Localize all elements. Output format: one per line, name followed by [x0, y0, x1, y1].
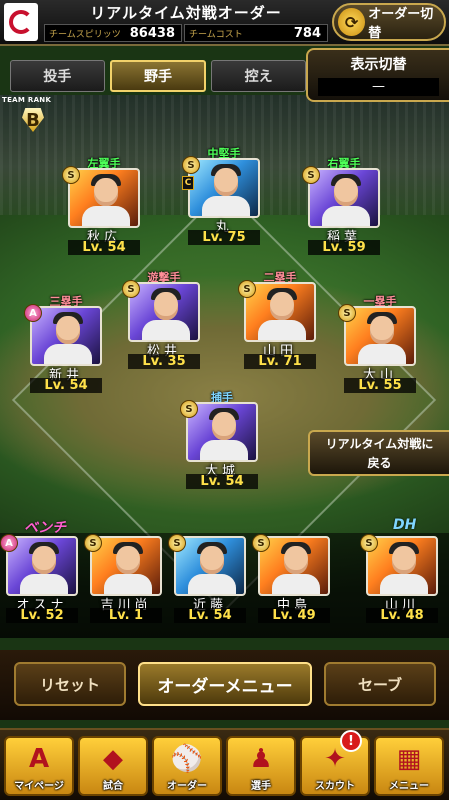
- order-menu-button[interactable]: オーダーメニュー: [138, 662, 312, 706]
- nav-item-players[interactable]: ♟ 選手: [226, 736, 296, 796]
- team-cost-stat: チームコスト 784: [184, 24, 328, 42]
- team-spirits-value: 86438: [129, 25, 175, 41]
- tab-fielder[interactable]: 野手: [109, 60, 207, 92]
- player-icon: ♟: [249, 744, 273, 774]
- nav-label: マイページ: [14, 781, 64, 792]
- player-card-third-base[interactable]: 三塁手 A 新井 Lv. 54: [24, 295, 106, 393]
- header-bar: リアルタイム対戦オーダー チームスピリッツ 86438 チームコスト 784 ⟳…: [0, 0, 449, 46]
- player-level: Lv. 49: [258, 608, 330, 623]
- realtime-back-line1: リアルタイム対戦に: [325, 437, 434, 451]
- nav-item-order[interactable]: ⚾ オーダー: [152, 736, 222, 796]
- rarity-badge-icon: S: [360, 534, 378, 552]
- rarity-badge-icon: S: [122, 280, 140, 298]
- swap-icon: ⟳: [338, 8, 366, 36]
- player-level: Lv. 35: [128, 354, 200, 369]
- display-toggle-value: —: [318, 78, 439, 96]
- nav-item-game[interactable]: ◆ 試合: [78, 736, 148, 796]
- page-title: リアルタイム対戦オーダー: [90, 4, 282, 22]
- player-level: Lv. 54: [186, 474, 258, 489]
- notification-badge: !: [340, 730, 362, 752]
- display-toggle-title: 表示切替: [350, 57, 407, 73]
- nav-label: オーダー: [167, 781, 207, 792]
- player-level: Lv. 54: [68, 240, 140, 255]
- player-level: Lv. 59: [308, 240, 380, 255]
- player-card-catcher[interactable]: 捕手 S 大城 Lv. 54: [180, 391, 262, 489]
- bench-card-3[interactable]: S 近藤 Lv. 54: [168, 534, 250, 623]
- player-level: Lv. 52: [6, 608, 78, 623]
- rarity-badge-icon: S: [252, 534, 270, 552]
- rarity-badge-icon: A: [0, 534, 18, 552]
- nav-label: 試合: [103, 781, 123, 792]
- player-card-second-base[interactable]: 二塁手 S 山田 Lv. 71: [238, 271, 320, 369]
- bench-card-1[interactable]: A オスナ Lv. 52: [0, 534, 82, 623]
- team-cost-value: 784: [293, 25, 321, 41]
- realtime-back-button[interactable]: リアルタイム対戦に 戻る: [308, 430, 449, 476]
- tab-pitcher[interactable]: 投手: [10, 60, 105, 92]
- player-card-left-field[interactable]: 左翼手 S 秋広 Lv. 54: [62, 157, 144, 255]
- bench-label: ベンチ: [24, 520, 66, 536]
- team-spirits-label: チームスピリッツ: [49, 29, 121, 40]
- order-icon: ⚾: [170, 744, 204, 774]
- display-toggle-button[interactable]: 表示切替 —: [306, 48, 449, 102]
- dh-label: DH: [393, 517, 417, 533]
- order-switch-button[interactable]: ⟳ オーダー切替: [332, 3, 446, 41]
- reset-button[interactable]: リセット: [14, 662, 126, 706]
- player-card-center-field[interactable]: 中堅手 S C 丸 Lv. 75: [182, 147, 264, 245]
- player-level: Lv. 54: [174, 608, 246, 623]
- player-level: Lv. 75: [188, 230, 260, 245]
- team-spirits-stat: チームスピリッツ 86438: [44, 24, 182, 42]
- captain-badge-icon: C: [182, 176, 194, 190]
- rarity-badge-icon: S: [238, 280, 256, 298]
- mypage-icon: A: [28, 744, 50, 774]
- player-card-first-base[interactable]: 一塁手 S 大山 Lv. 55: [338, 295, 420, 393]
- nav-label: メニュー: [389, 781, 429, 792]
- player-level: Lv. 55: [344, 378, 416, 393]
- position-tabs: 投手 野手 控え: [10, 60, 307, 92]
- nav-item-menu[interactable]: ▦ メニュー: [374, 736, 444, 796]
- app-screen: リアルタイム対戦オーダー チームスピリッツ 86438 チームコスト 784 ⟳…: [0, 0, 449, 800]
- rarity-badge-icon: S: [84, 534, 102, 552]
- player-card-right-field[interactable]: 右翼手 S 稲葉 Lv. 59: [302, 157, 384, 255]
- player-level: Lv. 71: [244, 354, 316, 369]
- bench-card-2[interactable]: S 吉川尚 Lv. 1: [84, 534, 166, 623]
- rarity-badge-icon: A: [24, 304, 42, 322]
- nav-label: 選手: [251, 781, 271, 792]
- player-card-shortstop[interactable]: 遊撃手 S 松井 Lv. 35: [122, 271, 204, 369]
- nav-label: スカウト: [315, 781, 355, 792]
- game-icon: ◆: [103, 744, 123, 774]
- team-cost-label: チームコスト: [189, 29, 243, 40]
- player-level: Lv. 54: [30, 378, 102, 393]
- rarity-badge-icon: S: [302, 166, 320, 184]
- dh-card[interactable]: S 山川 Lv. 48: [360, 534, 442, 623]
- rarity-badge-icon: S: [168, 534, 186, 552]
- nav-item-mypage[interactable]: A マイページ: [4, 736, 74, 796]
- rarity-badge-icon: S: [182, 156, 200, 174]
- player-level: Lv. 48: [366, 608, 438, 623]
- team-rank-label: TEAM RANK: [2, 96, 52, 104]
- menu-icon: ▦: [396, 744, 422, 774]
- realtime-back-line2: 戻る: [367, 456, 392, 470]
- tab-reserve[interactable]: 控え: [211, 60, 307, 92]
- rarity-badge-icon: S: [180, 400, 198, 418]
- rarity-badge-icon: S: [338, 304, 356, 322]
- order-switch-label: オーダー切替: [368, 7, 434, 41]
- team-logo: [4, 3, 38, 41]
- player-level: Lv. 1: [90, 608, 162, 623]
- rarity-badge-icon: S: [62, 166, 80, 184]
- bench-card-4[interactable]: S 中島 Lv. 49: [252, 534, 334, 623]
- save-button[interactable]: セーブ: [324, 662, 436, 706]
